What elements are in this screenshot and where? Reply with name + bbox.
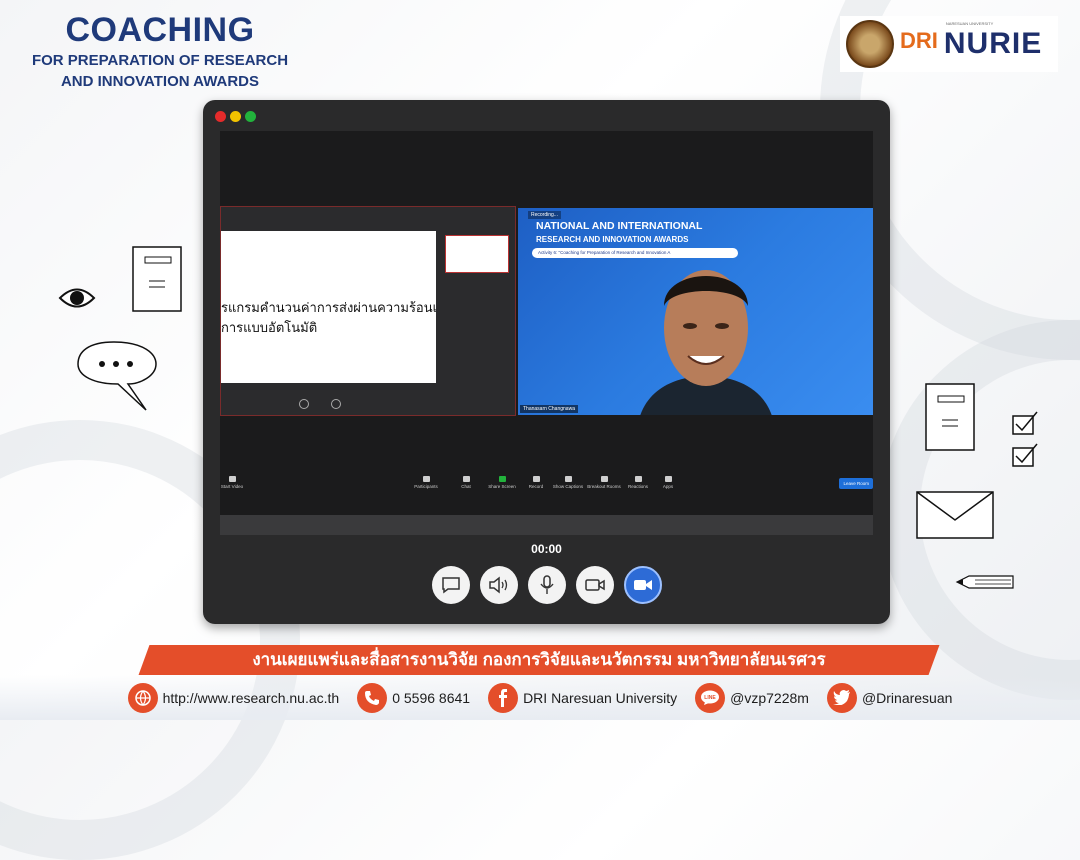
twitter-icon — [826, 682, 857, 713]
brand-title: COACHING — [65, 11, 255, 49]
meeting-screen: รแกรมคำนวนค่าการส่งผ่านความร้อนเข้าสู่ตั… — [220, 131, 873, 535]
show-captions-button[interactable]: Show Captions — [551, 476, 585, 489]
player-controls — [203, 566, 890, 604]
phone-number[interactable]: 0 5596 8641 — [392, 690, 470, 706]
maximize-dot-icon[interactable] — [245, 111, 256, 122]
brand-block: COACHING FOR PREPARATION OF RESEARCH AND… — [20, 12, 300, 92]
prev-slide-icon[interactable] — [299, 399, 309, 409]
reactions-button[interactable]: Reactions — [621, 476, 655, 489]
share-screen-button[interactable]: Share Screen — [485, 476, 519, 489]
partner-logos: DRI NARESUAN UNIVERSITY NURIE — [840, 16, 1058, 72]
dri-logo: DRI — [900, 30, 938, 58]
dri-logo-text: DRI — [900, 28, 938, 53]
brand-subtitle-line2: AND INNOVATION AWARDS — [60, 73, 260, 90]
nurie-caption: NARESUAN UNIVERSITY — [945, 21, 994, 26]
website-item[interactable]: http://www.research.nu.ac.th — [127, 682, 340, 713]
camera-icon — [584, 579, 605, 591]
facebook-item[interactable]: DRI Naresuan University — [488, 682, 677, 713]
phone-item[interactable]: 0 5596 8641 — [357, 682, 470, 713]
checkbox-icon — [1010, 410, 1040, 477]
close-dot-icon[interactable] — [215, 111, 226, 122]
chat-icon — [441, 577, 460, 594]
speech-bubble-icon — [74, 338, 158, 419]
camera-control-button[interactable] — [575, 566, 614, 604]
globe-icon — [127, 682, 158, 713]
participant-name-label: Thanasarn Changnawa — [520, 405, 578, 413]
meeting-toolbar: Start Video Participants Chat Share Scre… — [220, 474, 873, 498]
eye-icon — [58, 285, 96, 316]
video-heading-line2: RESEARCH AND INNOVATION AWARDS — [536, 235, 689, 244]
university-seal-icon — [846, 20, 894, 68]
slide-text-line2: การแบบอัตโนมัติ — [221, 320, 318, 335]
speaker-control-button[interactable] — [479, 566, 518, 604]
brand-subtitle-line1: FOR PREPARATION OF RESEARCH — [31, 52, 289, 69]
line-id[interactable]: @vzp7228m — [730, 690, 809, 706]
twitter-handle[interactable]: @Drinaresuan — [862, 690, 952, 706]
apps-button[interactable]: Apps — [651, 476, 685, 489]
nurie-logo-text: NURIE — [943, 27, 1043, 60]
playback-timer: 00:00 — [531, 542, 562, 556]
record-button[interactable]: Record — [519, 476, 553, 489]
document-icon-right — [924, 382, 978, 457]
phone-icon — [357, 682, 388, 713]
start-video-button[interactable]: Start Video — [220, 476, 249, 489]
window-controls — [215, 111, 256, 122]
slide-text-line1: รแกรมคำนวนค่าการส่งผ่านความร้อนเข้าสู่ตั… — [221, 300, 436, 315]
line-item[interactable]: LINE @vzp7228m — [695, 682, 809, 713]
participant-person-image — [640, 270, 772, 415]
leave-room-button[interactable]: Leave Room — [839, 478, 873, 489]
banner-text: งานเผยแพร่และสื่อสารงานวิจัย กองการวิจัย… — [252, 650, 826, 669]
video-heading-line1: NATIONAL AND INTERNATIONAL — [536, 220, 703, 232]
chat-control-button[interactable] — [431, 566, 470, 604]
microphone-control-button[interactable] — [527, 566, 566, 604]
video-call-icon — [633, 580, 652, 590]
video-call-button[interactable] — [623, 566, 662, 604]
participant-video-tile[interactable]: Recording... NATIONAL AND INTERNATIONAL … — [518, 208, 873, 415]
line-icon: LINE — [695, 682, 726, 713]
document-icon — [131, 245, 185, 318]
slide-preview: รแกรมคำนวนค่าการส่งผ่านความร้อนเข้าสู่ตั… — [221, 231, 436, 383]
breakout-rooms-button[interactable]: Breakout Rooms — [587, 476, 621, 489]
pencil-icon — [955, 574, 1015, 595]
next-slide-icon[interactable] — [331, 399, 341, 409]
website-link[interactable]: http://www.research.nu.ac.th — [163, 690, 340, 706]
shared-screen-panel: รแกรมคำนวนค่าการส่งผ่านความร้อนเข้าสู่ตั… — [220, 206, 516, 416]
facebook-icon — [488, 682, 519, 713]
player-strip — [220, 515, 873, 535]
participants-button[interactable]: Participants — [409, 476, 443, 489]
contact-footer: http://www.research.nu.ac.th 0 5596 8641… — [0, 675, 1080, 720]
envelope-icon — [915, 490, 995, 545]
speaker-icon — [488, 576, 507, 594]
recording-indicator: Recording... — [528, 211, 561, 219]
twitter-item[interactable]: @Drinaresuan — [826, 682, 952, 713]
facebook-link[interactable]: DRI Naresuan University — [523, 690, 677, 706]
minimize-dot-icon[interactable] — [230, 111, 241, 122]
nurie-logo: NARESUAN UNIVERSITY NURIE — [943, 21, 1043, 61]
chat-button[interactable]: Chat — [449, 476, 483, 489]
svg-text:LINE: LINE — [704, 695, 716, 701]
microphone-icon — [539, 575, 554, 594]
device-frame: รแกรมคำนวนค่าการส่งผ่านความร้อนเข้าสู่ตั… — [203, 100, 890, 624]
slide-thumbnail[interactable] — [445, 235, 509, 273]
